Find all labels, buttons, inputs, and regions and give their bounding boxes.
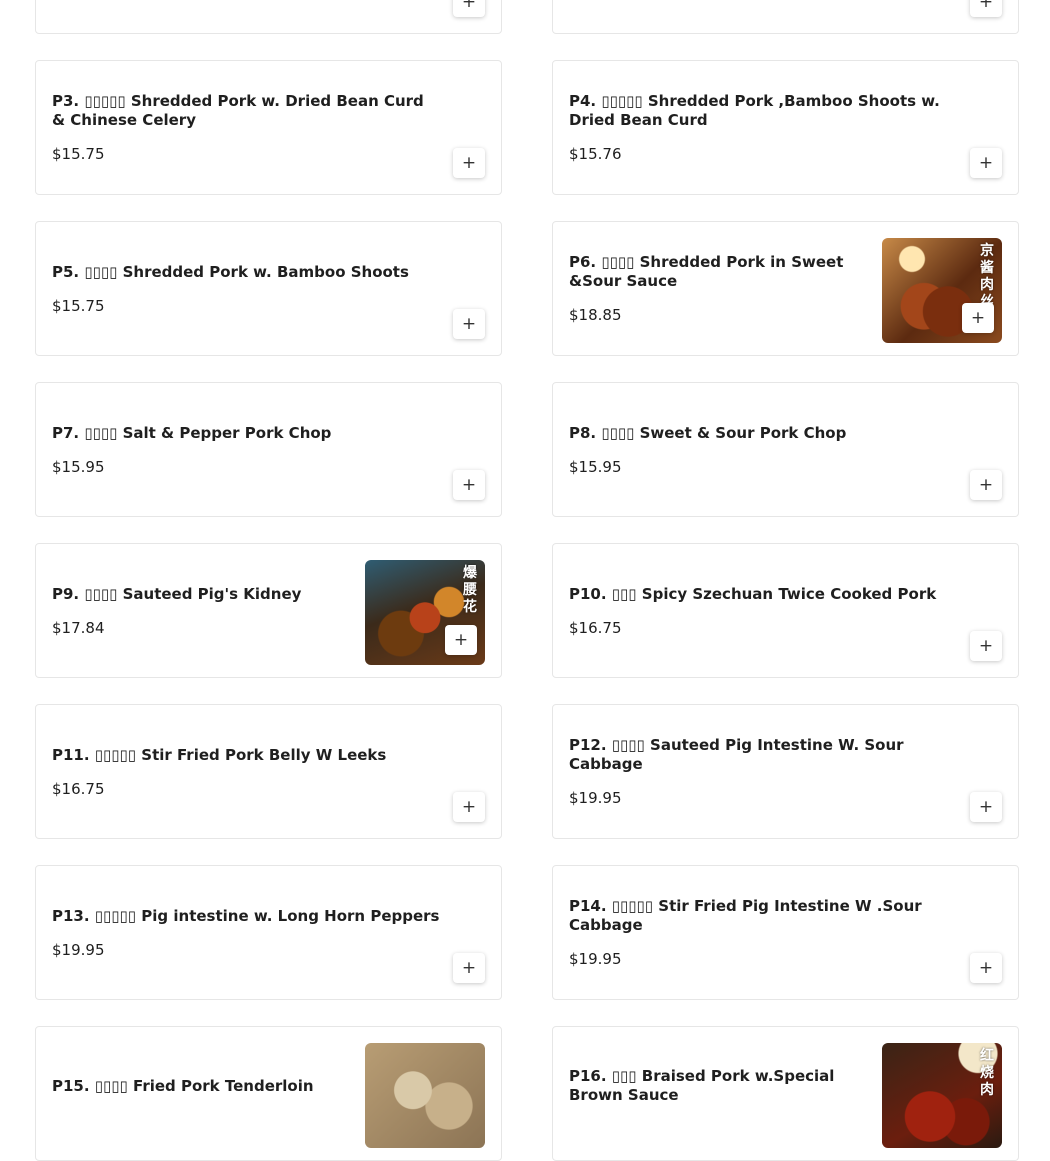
add-item-button[interactable]: + [962, 303, 994, 333]
menu-item-card[interactable]: P3. ▯▯▯▯▯ Shredded Pork w. Dried Bean Cu… [35, 60, 502, 195]
item-name: P13. ▯▯▯▯▯ Pig intestine w. Long Horn Pe… [52, 906, 440, 925]
item-price: $19.95 [569, 789, 622, 807]
add-item-button[interactable]: + [453, 470, 485, 500]
item-price: $16.75 [569, 618, 622, 637]
item-photo[interactable]: 京酱肉丝 + [882, 238, 1002, 343]
item-name: P5. ▯▯▯▯ Shredded Pork w. Bamboo Shoots [52, 262, 409, 281]
menu-item-card[interactable]: P5. ▯▯▯▯ Shredded Pork w. Bamboo Shoots … [35, 221, 502, 356]
add-item-button[interactable]: + [970, 792, 1002, 822]
item-price: $16.75 [52, 779, 105, 798]
item-photo-caption: 爆腰花 [463, 564, 477, 614]
menu-item-card[interactable]: P14. ▯▯▯▯▯ Stir Fried Pig Intestine W .S… [552, 865, 1019, 1000]
menu-item-card[interactable]: P12. ▯▯▯▯ Sauteed Pig Intestine W. Sour … [552, 704, 1019, 839]
item-name: P3. ▯▯▯▯▯ Shredded Pork w. Dried Bean Cu… [52, 92, 424, 129]
add-item-button[interactable]: + [970, 148, 1002, 178]
item-name: P10. ▯▯▯ Spicy Szechuan Twice Cooked Por… [569, 584, 937, 603]
item-name: P11. ▯▯▯▯▯ Stir Fried Pork Belly W Leeks [52, 745, 387, 764]
item-photo-caption: 红烧肉 [980, 1047, 994, 1097]
menu-item-card[interactable]: P13. ▯▯▯▯▯ Pig intestine w. Long Horn Pe… [35, 865, 502, 1000]
menu-item-card[interactable]: + [35, 0, 502, 34]
item-name: P14. ▯▯▯▯▯ Stir Fried Pig Intestine W .S… [569, 897, 922, 934]
menu-item-card[interactable]: P4. ▯▯▯▯▯ Shredded Pork ,Bamboo Shoots w… [552, 60, 1019, 195]
add-item-button[interactable]: + [453, 309, 485, 339]
add-item-button[interactable]: + [970, 953, 1002, 983]
item-price: $15.95 [52, 457, 105, 476]
item-price: $15.76 [569, 145, 622, 163]
item-photo[interactable] [365, 1043, 485, 1148]
item-price: $17.84 [52, 618, 105, 637]
menu-item-card[interactable]: P10. ▯▯▯ Spicy Szechuan Twice Cooked Por… [552, 543, 1019, 678]
item-name: P6. ▯▯▯▯ Shredded Pork in Sweet &Sour Sa… [569, 253, 844, 290]
add-item-button[interactable]: + [970, 470, 1002, 500]
menu-item-grid: + + P3. ▯▯▯▯▯ Shredded Pork w. Dried Bea… [0, 0, 1050, 1161]
item-price: $15.75 [52, 296, 105, 315]
add-item-button[interactable]: + [970, 631, 1002, 661]
menu-item-card[interactable]: P11. ▯▯▯▯▯ Stir Fried Pork Belly W Leeks… [35, 704, 502, 839]
item-price: $19.95 [569, 950, 622, 968]
menu-item-card[interactable]: P6. ▯▯▯▯ Shredded Pork in Sweet &Sour Sa… [552, 221, 1019, 356]
item-photo[interactable]: 红烧肉 [882, 1043, 1002, 1148]
item-name: P16. ▯▯▯ Braised Pork w.Special Brown Sa… [569, 1067, 835, 1104]
item-name: P15. ▯▯▯▯ Fried Pork Tenderloin [52, 1076, 314, 1095]
menu-item-card[interactable]: + [552, 0, 1019, 34]
item-price: $15.95 [569, 457, 622, 476]
menu-item-card[interactable]: P15. ▯▯▯▯ Fried Pork Tenderloin [35, 1026, 502, 1161]
item-name: P7. ▯▯▯▯ Salt & Pepper Pork Chop [52, 423, 332, 442]
item-price: $15.75 [52, 145, 105, 163]
add-item-button[interactable]: + [453, 953, 485, 983]
item-photo[interactable]: 爆腰花 + [365, 560, 485, 665]
menu-item-card[interactable]: P16. ▯▯▯ Braised Pork w.Special Brown Sa… [552, 1026, 1019, 1161]
item-photo-caption: 京酱肉丝 [980, 242, 994, 309]
item-name: P12. ▯▯▯▯ Sauteed Pig Intestine W. Sour … [569, 736, 904, 773]
add-item-button[interactable]: + [453, 148, 485, 178]
menu-item-card[interactable]: P8. ▯▯▯▯ Sweet & Sour Pork Chop $15.95 + [552, 382, 1019, 517]
item-price: $19.95 [52, 940, 105, 959]
add-item-button[interactable]: + [970, 0, 1002, 17]
menu-item-card[interactable]: P9. ▯▯▯▯ Sauteed Pig's Kidney $17.84 爆腰花… [35, 543, 502, 678]
add-item-button[interactable]: + [453, 792, 485, 822]
item-name: P9. ▯▯▯▯ Sauteed Pig's Kidney [52, 584, 302, 603]
add-item-button[interactable]: + [453, 0, 485, 17]
item-name: P4. ▯▯▯▯▯ Shredded Pork ,Bamboo Shoots w… [569, 92, 940, 129]
menu-item-card[interactable]: P7. ▯▯▯▯ Salt & Pepper Pork Chop $15.95 … [35, 382, 502, 517]
item-name: P8. ▯▯▯▯ Sweet & Sour Pork Chop [569, 423, 847, 442]
item-price: $18.85 [569, 306, 622, 324]
add-item-button[interactable]: + [445, 625, 477, 655]
